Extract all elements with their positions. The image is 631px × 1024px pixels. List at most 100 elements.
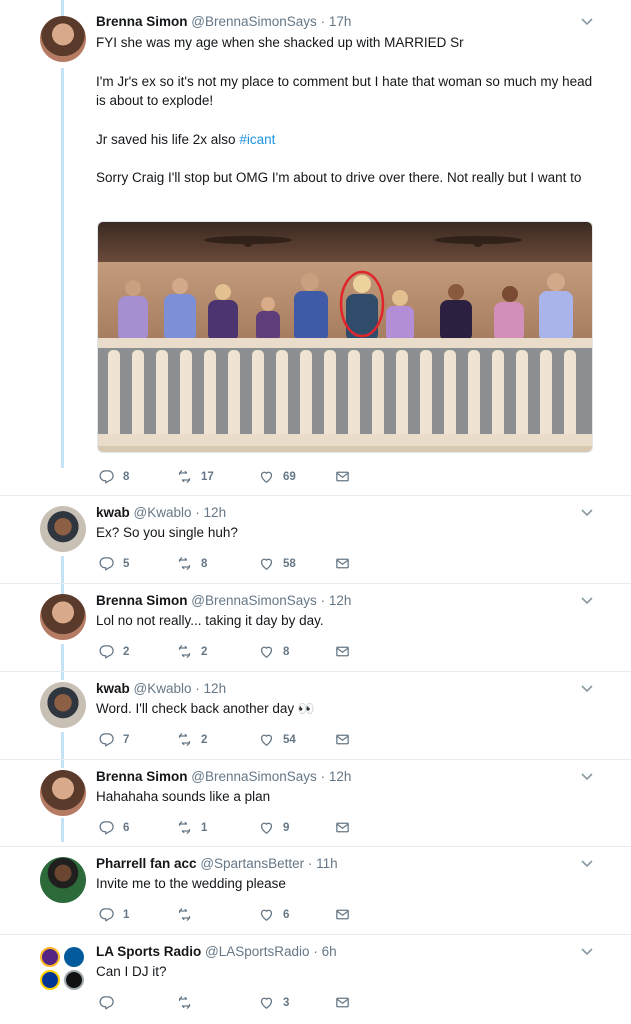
chevron-down-icon[interactable] bbox=[581, 860, 593, 868]
tweet-actions: 2 2 8 bbox=[98, 643, 358, 661]
like-count: 3 bbox=[283, 996, 290, 1009]
heart-icon bbox=[260, 997, 273, 1009]
reply-button[interactable]: 7 bbox=[98, 731, 129, 748]
retweet-button[interactable]: 2 bbox=[176, 643, 207, 660]
like-button[interactable]: 3 bbox=[258, 994, 289, 1011]
tweet-actions: 7 2 54 bbox=[98, 731, 358, 749]
reply-button[interactable]: 8 bbox=[98, 468, 129, 485]
user-name[interactable]: Pharrell fan acc bbox=[96, 856, 197, 871]
tweet-actions: 8 17 69 bbox=[98, 468, 358, 486]
user-handle[interactable]: @LASportsRadio bbox=[205, 944, 310, 959]
separator: · bbox=[313, 944, 318, 959]
user-name[interactable]: Brenna Simon bbox=[96, 14, 188, 29]
direct-message-button[interactable] bbox=[334, 468, 359, 485]
separator: · bbox=[320, 14, 326, 29]
chevron-down-icon[interactable] bbox=[581, 773, 593, 781]
like-button[interactable]: 9 bbox=[258, 819, 289, 836]
user-name[interactable]: Brenna Simon bbox=[96, 593, 188, 608]
tweet-text: Word. I'll check back another day 👀 bbox=[96, 701, 315, 716]
dodgers-logo-icon bbox=[64, 947, 84, 967]
retweet-button[interactable]: 1 bbox=[176, 819, 207, 836]
reply-button[interactable]: 6 bbox=[98, 819, 129, 836]
retweet-count: 17 bbox=[201, 470, 214, 483]
user-handle[interactable]: @Kwablo bbox=[134, 681, 192, 696]
user-name[interactable]: kwab bbox=[96, 505, 130, 520]
direct-message-button[interactable] bbox=[334, 731, 359, 748]
user-handle[interactable]: @BrennaSimonSays bbox=[191, 14, 317, 29]
retweet-button[interactable]: 2 bbox=[176, 731, 207, 748]
retweet-count: 8 bbox=[201, 557, 208, 570]
reply-button[interactable]: 2 bbox=[98, 643, 129, 660]
tweet[interactable]: Brenna Simon @BrennaSimonSays · 12h Haha… bbox=[0, 759, 631, 847]
reply-count: 6 bbox=[123, 821, 130, 834]
tweet-text: Can I DJ it? bbox=[96, 964, 167, 979]
chevron-down-icon[interactable] bbox=[581, 685, 593, 693]
timestamp[interactable]: 12h bbox=[204, 681, 227, 696]
user-name[interactable]: LA Sports Radio bbox=[96, 944, 201, 959]
tweet-paragraph: Sorry Craig I'll stop but OMG I'm about … bbox=[96, 170, 582, 185]
reply-button[interactable]: 5 bbox=[98, 555, 129, 572]
retweet-button[interactable] bbox=[176, 994, 201, 1011]
chevron-down-icon[interactable] bbox=[581, 948, 593, 956]
timestamp[interactable]: 12h bbox=[329, 593, 352, 608]
retweet-button[interactable] bbox=[176, 906, 201, 923]
direct-message-button[interactable] bbox=[334, 906, 359, 923]
direct-message-button[interactable] bbox=[334, 994, 359, 1011]
like-button[interactable]: 8 bbox=[258, 643, 289, 660]
like-count: 58 bbox=[283, 557, 296, 570]
tweet-photo[interactable] bbox=[97, 221, 593, 453]
user-name[interactable]: kwab bbox=[96, 681, 130, 696]
reply-icon bbox=[99, 645, 114, 659]
reply-icon bbox=[99, 821, 114, 835]
timestamp[interactable]: 12h bbox=[329, 769, 352, 784]
direct-message-button[interactable] bbox=[334, 819, 359, 836]
envelope-icon bbox=[336, 909, 349, 920]
user-handle[interactable]: @BrennaSimonSays bbox=[191, 769, 317, 784]
timestamp[interactable]: 11h bbox=[316, 856, 338, 871]
direct-message-button[interactable] bbox=[334, 643, 359, 660]
avatar[interactable] bbox=[40, 506, 86, 552]
tweet[interactable]: kwab @Kwablo · 12h Ex? So you single huh… bbox=[0, 495, 631, 583]
tweet-header: Brenna Simon @BrennaSimonSays · 12h bbox=[96, 593, 351, 608]
reply-button[interactable]: 1 bbox=[98, 906, 129, 923]
user-handle[interactable]: @Kwablo bbox=[134, 505, 192, 520]
avatar[interactable] bbox=[40, 770, 86, 816]
reply-count: 5 bbox=[123, 557, 130, 570]
retweet-button[interactable]: 8 bbox=[176, 555, 207, 572]
retweet-button[interactable]: 17 bbox=[176, 468, 214, 485]
chevron-down-icon[interactable] bbox=[581, 597, 593, 605]
avatar[interactable] bbox=[40, 945, 86, 991]
kings-logo-icon bbox=[64, 970, 84, 990]
like-button[interactable]: 58 bbox=[258, 555, 296, 572]
timestamp[interactable]: 12h bbox=[204, 505, 227, 520]
tweet[interactable]: Brenna Simon @BrennaSimonSays · 17h FYI … bbox=[0, 0, 631, 490]
like-button[interactable]: 6 bbox=[258, 906, 289, 923]
user-handle[interactable]: @BrennaSimonSays bbox=[191, 593, 317, 608]
user-name[interactable]: Brenna Simon bbox=[96, 769, 188, 784]
hashtag-link[interactable]: #icant bbox=[239, 132, 275, 147]
like-button[interactable]: 69 bbox=[258, 468, 296, 485]
like-button[interactable]: 54 bbox=[258, 731, 296, 748]
tweet[interactable]: LA Sports Radio @LASportsRadio · 6h Can … bbox=[0, 934, 631, 1024]
tweet[interactable]: kwab @Kwablo · 12h Word. I'll check back… bbox=[0, 671, 631, 759]
reply-count: 7 bbox=[123, 733, 130, 746]
envelope-icon bbox=[336, 558, 349, 569]
direct-message-button[interactable] bbox=[334, 555, 359, 572]
like-count: 9 bbox=[283, 821, 290, 834]
tweet[interactable]: Pharrell fan acc @SpartansBetter · 11h I… bbox=[0, 846, 631, 934]
timestamp[interactable]: 17h bbox=[329, 14, 352, 29]
tweet-actions: 6 1 9 bbox=[98, 819, 358, 837]
tweet-header: Brenna Simon @BrennaSimonSays · 17h bbox=[96, 14, 351, 29]
avatar[interactable] bbox=[40, 857, 86, 903]
chevron-down-icon[interactable] bbox=[581, 18, 593, 26]
tweet[interactable]: Brenna Simon @BrennaSimonSays · 12h Lol … bbox=[0, 583, 631, 671]
timestamp[interactable]: 6h bbox=[322, 944, 337, 959]
avatar[interactable] bbox=[40, 594, 86, 640]
avatar[interactable] bbox=[40, 682, 86, 728]
reply-count: 1 bbox=[123, 908, 130, 921]
lakers-logo-icon bbox=[40, 947, 60, 967]
user-handle[interactable]: @SpartansBetter bbox=[200, 856, 304, 871]
chevron-down-icon[interactable] bbox=[581, 509, 593, 517]
reply-button[interactable] bbox=[98, 994, 123, 1011]
avatar[interactable] bbox=[40, 16, 86, 62]
